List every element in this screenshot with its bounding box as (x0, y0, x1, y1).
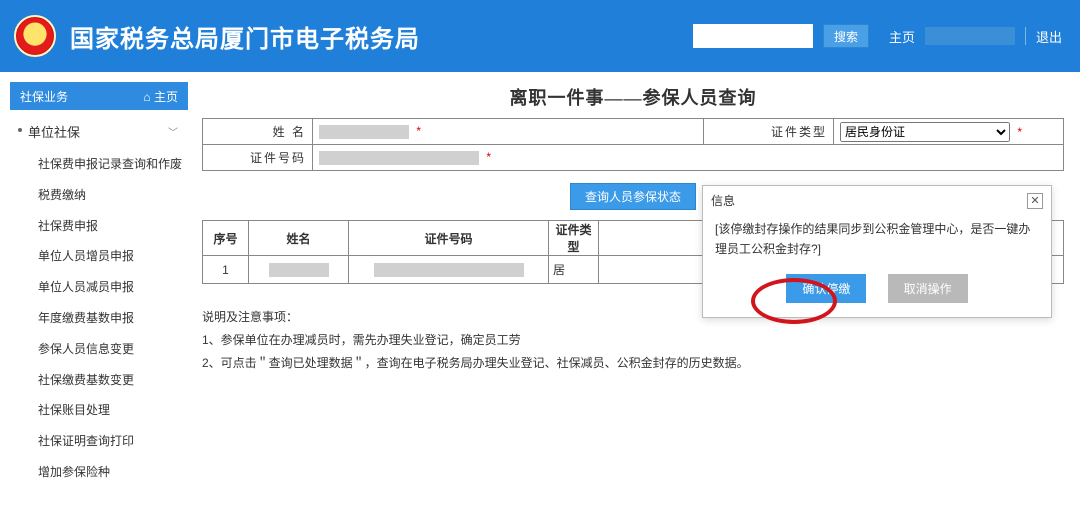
name-cell: * (313, 119, 704, 145)
id-no-cell: * (313, 145, 1064, 171)
col-index: 序号 (203, 221, 249, 256)
id-no-value-redacted (319, 151, 479, 165)
id-type-cell: 居民身份证 * (834, 119, 1064, 145)
divider-icon (1025, 27, 1026, 45)
cell-name (249, 256, 349, 284)
app-header: 国家税务总局厦门市电子税务局 搜索 主页 退出 (0, 0, 1080, 72)
search-button[interactable]: 搜索 (823, 24, 869, 48)
modal-title: 信息 (711, 192, 735, 209)
home-link[interactable]: 主页 (889, 27, 915, 46)
cell-index: 1 (203, 256, 249, 284)
sidebar-subitem[interactable]: 社保证明查询打印 (10, 426, 188, 457)
name-value-redacted (319, 125, 409, 139)
home-icon: ⌂ (143, 90, 150, 104)
logout-link[interactable]: 退出 (1036, 27, 1062, 46)
close-icon[interactable]: ✕ (1027, 193, 1043, 209)
sidebar-subitem[interactable]: 年度缴费基数申报 (10, 303, 188, 334)
modal-header: 信息 ✕ (703, 186, 1051, 215)
sidebar-header: 社保业务 ⌂ 主页 (10, 82, 188, 110)
sidebar-subitem[interactable]: 税费缴纳 (10, 180, 188, 211)
sidebar: 社保业务 ⌂ 主页 单位社保 ﹀ 社保费申报记录查询和作废 税费缴纳 社保费申报… (0, 72, 196, 488)
id-type-select[interactable]: 居民身份证 (840, 122, 1010, 142)
sidebar-l1-label: 单位社保 (28, 122, 80, 141)
sidebar-subitem[interactable]: 社保费申报记录查询和作废 (10, 149, 188, 180)
header-actions: 搜索 主页 退出 (693, 0, 1062, 72)
sidebar-subitem[interactable]: 社保费申报 (10, 211, 188, 242)
sidebar-home-link[interactable]: ⌂ 主页 (143, 88, 178, 105)
col-name: 姓名 (249, 221, 349, 256)
sidebar-title: 社保业务 (20, 88, 68, 105)
sidebar-subitem[interactable]: 单位人员增员申报 (10, 241, 188, 272)
required-mark: * (486, 150, 491, 164)
sidebar-home-label: 主页 (154, 90, 178, 104)
name-label: 姓 名 (203, 119, 313, 145)
col-idtype: 证件类型 (549, 221, 599, 256)
confirm-modal: 信息 ✕ [该停缴封存操作的结果同步到公积金管理中心，是否一键办理员工公积金封存… (702, 185, 1052, 318)
sidebar-subitem[interactable]: 单位人员减员申报 (10, 272, 188, 303)
id-no-label: 证件号码 (203, 145, 313, 171)
page-title: 离职一件事——参保人员查询 (202, 84, 1064, 110)
cell-idno (349, 256, 549, 284)
cancel-button[interactable]: 取消操作 (888, 274, 968, 303)
query-status-button[interactable]: 查询人员参保状态 (570, 183, 696, 210)
notes-line: 2、可点击＂查询已处理数据＂，查询在电子税务局办理失业登记、社保减员、公积金封存… (202, 352, 1064, 375)
confirm-button[interactable]: 确认停缴 (786, 274, 866, 303)
cell-idno-redacted (374, 263, 524, 277)
sidebar-subitem[interactable]: 参保人员信息变更 (10, 334, 188, 365)
sidebar-subitem[interactable]: 社保账目处理 (10, 395, 188, 426)
current-user (925, 27, 1015, 45)
modal-body: [该停缴封存操作的结果同步到公积金管理中心，是否一键办理员工公积金封存?] (703, 215, 1051, 274)
sidebar-subitem[interactable]: 社保缴费基数变更 (10, 365, 188, 396)
sidebar-subitem[interactable]: 增加参保险种 (10, 457, 188, 488)
required-mark: * (416, 124, 421, 138)
app-title: 国家税务总局厦门市电子税务局 (70, 19, 420, 54)
id-type-label: 证件类型 (704, 119, 834, 145)
query-form: 姓 名 * 证件类型 居民身份证 * 证件号码 * (202, 118, 1064, 171)
cell-idtype: 居 (549, 256, 599, 284)
required-mark: * (1017, 125, 1022, 139)
cell-name-redacted (269, 263, 329, 277)
col-idno: 证件号码 (349, 221, 549, 256)
main-content: 离职一件事——参保人员查询 姓 名 * 证件类型 居民身份证 * 证件号码 (196, 72, 1080, 488)
modal-actions: 确认停缴 取消操作 (703, 274, 1051, 317)
notes-line: 1、参保单位在办理减员时，需先办理失业登记，确定员工劳 (202, 329, 1064, 352)
chevron-down-icon: ﹀ (168, 124, 178, 139)
national-emblem-icon (14, 15, 56, 57)
search-input[interactable] (693, 24, 813, 48)
sidebar-item-unit-social[interactable]: 单位社保 ﹀ (10, 114, 188, 149)
